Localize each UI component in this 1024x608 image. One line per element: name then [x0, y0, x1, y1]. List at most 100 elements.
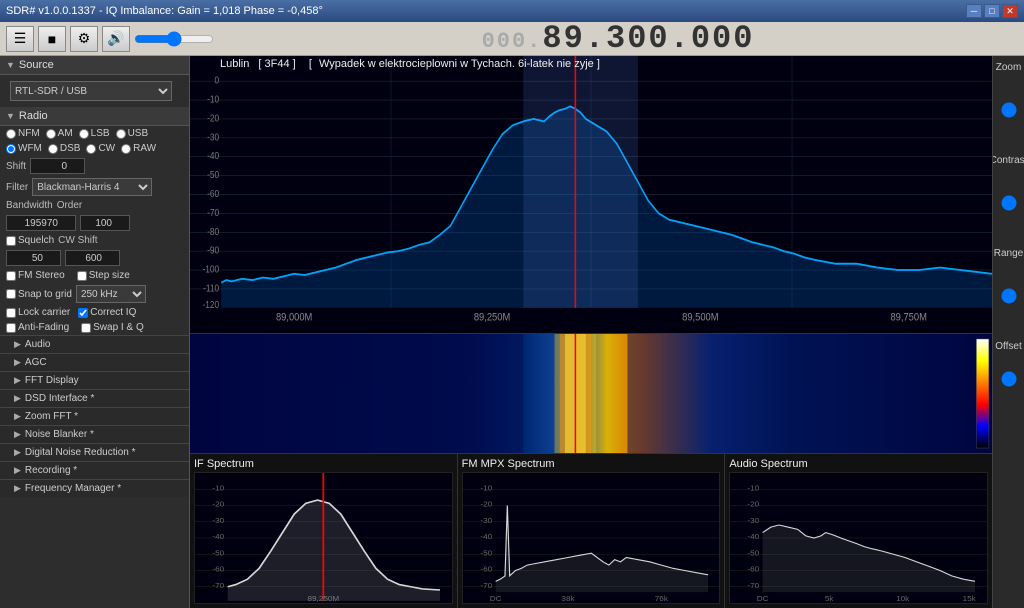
main-layout: ▼ Source RTL-SDR / USB ▼ Radio NFM AM LS…: [0, 56, 1024, 608]
svg-text:-50: -50: [480, 549, 492, 558]
snap-label: Snap to grid: [18, 289, 72, 300]
fft-display-section[interactable]: ▶ FFT Display: [0, 371, 189, 389]
dsd-section[interactable]: ▶ DSD Interface *: [0, 389, 189, 407]
source-device-select[interactable]: RTL-SDR / USB: [10, 81, 172, 101]
window-controls: ─ □ ✕: [966, 4, 1018, 18]
audio-button[interactable]: 🔊: [102, 26, 130, 52]
fft-arrow-icon: ▶: [14, 375, 21, 386]
recording-section[interactable]: ▶ Recording *: [0, 461, 189, 479]
snap-check[interactable]: [6, 289, 16, 299]
zoom-slider[interactable]: [1001, 75, 1017, 145]
cw-shift-value[interactable]: [65, 250, 120, 266]
shift-label: Shift: [6, 161, 26, 172]
zoom-fft-section[interactable]: ▶ Zoom FFT *: [0, 407, 189, 425]
stop-button[interactable]: ■: [38, 26, 66, 52]
noise-blanker-label: Noise Blanker *: [25, 429, 94, 440]
zoom-panel: Zoom Contrast Range Offset: [992, 56, 1024, 608]
shift-input[interactable]: [30, 158, 85, 174]
svg-text:-60: -60: [748, 565, 760, 574]
waterfall-display[interactable]: [190, 333, 992, 453]
mode-nfm[interactable]: NFM: [6, 128, 40, 139]
freq-slider[interactable]: [134, 31, 214, 47]
window-title: SDR# v1.0.0.1337 - IQ Imbalance: Gain = …: [6, 5, 323, 17]
svg-text:-110: -110: [203, 283, 219, 294]
offset-label: Offset: [995, 341, 1022, 352]
squelch-value[interactable]: [6, 250, 61, 266]
snap-select[interactable]: 250 kHz: [76, 285, 146, 303]
mode-am[interactable]: AM: [46, 128, 73, 139]
radio-section-header: ▼ Radio: [0, 107, 189, 126]
correct-iq-check[interactable]: [78, 308, 88, 318]
maximize-button[interactable]: □: [984, 4, 1000, 18]
svg-text:-60: -60: [480, 565, 492, 574]
noise-blanker-section[interactable]: ▶ Noise Blanker *: [0, 425, 189, 443]
source-arrow-icon: ▼: [6, 60, 15, 70]
minimize-button[interactable]: ─: [966, 4, 982, 18]
offset-slider[interactable]: [1001, 354, 1017, 404]
mode-wfm[interactable]: WFM: [6, 143, 42, 154]
svg-text:-50: -50: [748, 549, 760, 558]
freq-manager-section[interactable]: ▶ Frequency Manager *: [0, 479, 189, 497]
svg-text:-30: -30: [207, 132, 219, 143]
dnr-label: Digital Noise Reduction *: [25, 447, 136, 458]
svg-text:-40: -40: [212, 532, 224, 541]
mode-dsb[interactable]: DSB: [48, 143, 81, 154]
correct-iq-label: Correct IQ: [90, 307, 136, 318]
swap-iq-checkbox[interactable]: Swap I & Q: [81, 322, 144, 333]
if-spectrum-svg: -10 -20 -30 -40 -50 -60 -70: [195, 473, 452, 603]
freq-main-part: 89.300.000: [542, 20, 754, 57]
snap-checkbox[interactable]: Snap to grid: [6, 289, 72, 300]
bandwidth-input[interactable]: [6, 215, 76, 231]
lock-carrier-check[interactable]: [6, 308, 16, 318]
svg-text:DC: DC: [757, 594, 769, 603]
svg-text:-90: -90: [207, 245, 219, 256]
anti-fading-checkbox[interactable]: Anti-Fading: [6, 322, 69, 333]
step-size-checkbox[interactable]: Step size: [77, 270, 130, 281]
audio-spectrum-title: Audio Spectrum: [729, 458, 988, 470]
freq-manager-arrow-icon: ▶: [14, 483, 21, 494]
anti-fading-check[interactable]: [6, 323, 16, 333]
right-panel: Lublin [ 3F44 ] [ Wypadek w elektrociepl…: [190, 56, 992, 608]
stop-icon: ■: [48, 31, 56, 47]
fm-stereo-check[interactable]: [6, 271, 16, 281]
svg-text:-30: -30: [480, 516, 492, 525]
spectrum-display[interactable]: Lublin [ 3F44 ] [ Wypadek w elektrociepl…: [190, 56, 992, 333]
filter-select[interactable]: Blackman-Harris 4: [32, 178, 152, 196]
lock-carrier-checkbox[interactable]: Lock carrier: [6, 307, 70, 318]
squelch-checkbox[interactable]: Squelch: [6, 235, 54, 246]
fm-stereo-checkbox[interactable]: FM Stereo: [6, 270, 65, 281]
audio-label: Audio: [25, 339, 51, 350]
fm-stereo-label: FM Stereo: [18, 270, 65, 281]
close-button[interactable]: ✕: [1002, 4, 1018, 18]
svg-text:5k: 5k: [825, 594, 834, 603]
menu-button[interactable]: ☰: [6, 26, 34, 52]
step-size-check[interactable]: [77, 271, 87, 281]
fm-stereo-row: FM Stereo Step size: [0, 268, 189, 283]
svg-text:15k: 15k: [963, 594, 976, 603]
recording-arrow-icon: ▶: [14, 465, 21, 476]
range-slider[interactable]: [1001, 261, 1017, 331]
contrast-slider[interactable]: [1001, 168, 1017, 238]
svg-text:-10: -10: [748, 484, 760, 493]
correct-iq-checkbox[interactable]: Correct IQ: [78, 307, 136, 318]
mode-usb[interactable]: USB: [116, 128, 149, 139]
squelch-check[interactable]: [6, 236, 16, 246]
agc-section[interactable]: ▶ AGC: [0, 353, 189, 371]
swap-iq-check[interactable]: [81, 323, 91, 333]
svg-text:-40: -40: [748, 532, 760, 541]
agc-label: AGC: [25, 357, 47, 368]
audio-section[interactable]: ▶ Audio: [0, 335, 189, 353]
svg-text:-40: -40: [207, 151, 219, 162]
bottom-charts: IF Spectrum: [190, 453, 992, 608]
mode-lsb[interactable]: LSB: [79, 128, 110, 139]
gear-icon: ⚙: [78, 30, 91, 47]
fm-mpx-title: FM MPX Spectrum: [462, 458, 721, 470]
svg-text:-100: -100: [203, 264, 220, 275]
mode-raw[interactable]: RAW: [121, 143, 156, 154]
fm-mpx-panel: FM MPX Spectrum: [458, 454, 726, 608]
svg-text:89,000M: 89,000M: [276, 312, 312, 324]
settings-button[interactable]: ⚙: [70, 26, 98, 52]
mode-cw[interactable]: CW: [86, 143, 115, 154]
order-input[interactable]: [80, 215, 130, 231]
dnr-section[interactable]: ▶ Digital Noise Reduction *: [0, 443, 189, 461]
